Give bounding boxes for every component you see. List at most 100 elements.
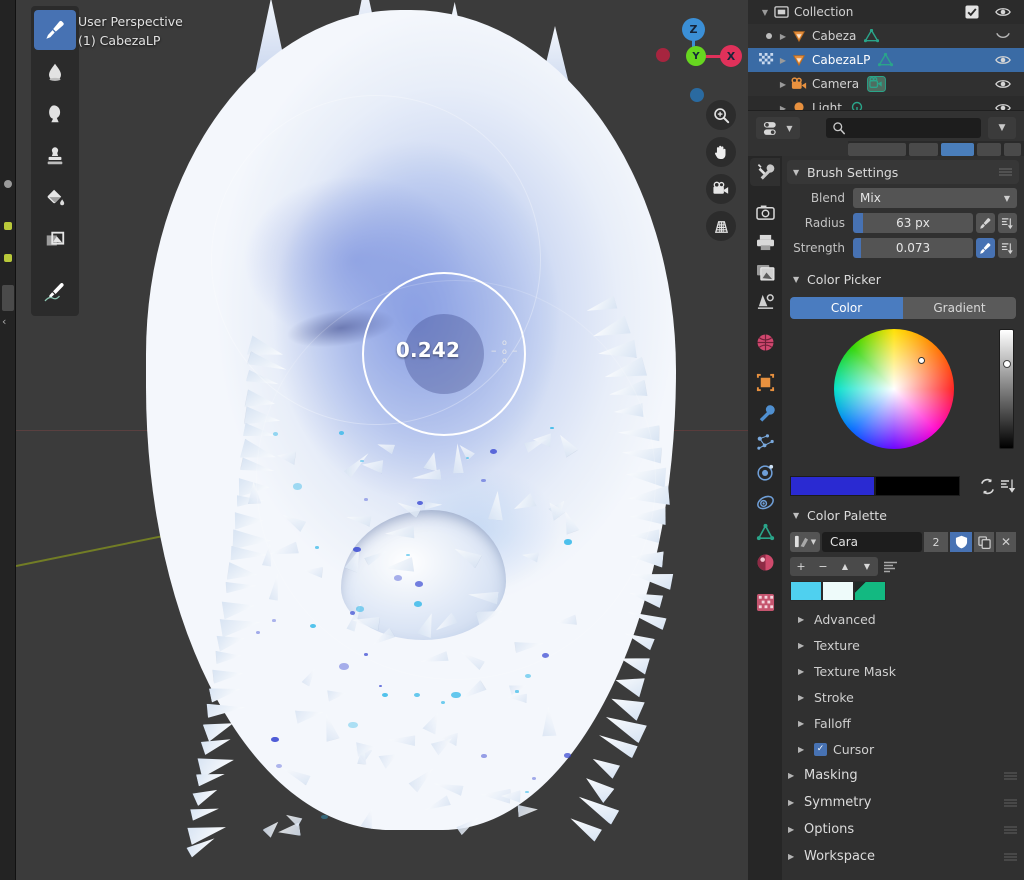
color-mode-tabs[interactable]: Color Gradient: [790, 297, 1016, 319]
modifier-tab[interactable]: [750, 398, 780, 426]
display-mode-button[interactable]: ▼: [756, 117, 800, 139]
palette-swatch[interactable]: [822, 581, 854, 601]
panel-options[interactable]: ▶ Options: [782, 816, 1024, 843]
palette-user-count[interactable]: 2: [924, 532, 948, 552]
outliner[interactable]: ▼ Collection ▶ Cabeza ▶ CabezaLP ▶ Camera ▶ Light: [748, 0, 1024, 110]
gizmo-axis-neg-x[interactable]: [656, 48, 670, 62]
toggle-ortho-button[interactable]: [706, 211, 736, 241]
color-wheel[interactable]: [834, 329, 954, 449]
strength-row[interactable]: Strength 0.073: [789, 237, 1017, 259]
outliner-row[interactable]: ▶ Cabeza: [748, 24, 1024, 48]
eye-closed-icon[interactable]: [988, 31, 1018, 41]
zoom-button[interactable]: [706, 100, 736, 130]
3d-viewport[interactable]: 0.242 – ooo – User Perspective (1) Cabez…: [16, 0, 748, 880]
sort-icon[interactable]: [884, 561, 900, 573]
camera-data-icon[interactable]: [867, 76, 886, 92]
particles-tab[interactable]: [750, 428, 780, 456]
sculpt-mesh-cabezalp[interactable]: [106, 0, 706, 880]
strength-pressure-toggle[interactable]: [976, 238, 995, 258]
scene-tab[interactable]: [750, 288, 780, 316]
world-tab[interactable]: [750, 328, 780, 356]
blend-dropdown[interactable]: Mix ▼: [853, 188, 1017, 208]
remove-color-button[interactable]: −: [812, 557, 834, 576]
blur-tool[interactable]: [34, 52, 76, 92]
tab-gradient[interactable]: Gradient: [903, 297, 1016, 319]
color-palette-panel-header[interactable]: ▼ Color Palette: [787, 503, 1019, 527]
primary-secondary-colors[interactable]: [790, 475, 1016, 497]
pan-button[interactable]: [706, 137, 736, 167]
radius-unified-toggle[interactable]: [998, 213, 1017, 233]
chevron-right-icon[interactable]: ▶: [798, 719, 814, 728]
palette-swatch[interactable]: [854, 581, 886, 601]
strength-slider[interactable]: 0.073: [853, 238, 973, 258]
secondary-color-swatch[interactable]: [875, 476, 960, 496]
constraints-tab[interactable]: [750, 488, 780, 516]
data-tab[interactable]: [750, 518, 780, 546]
smear-tool[interactable]: [34, 94, 76, 134]
material-tab[interactable]: [750, 548, 780, 576]
palette-color-buttons[interactable]: + − ▲ ▼: [790, 557, 1016, 576]
fill-tool[interactable]: [34, 178, 76, 218]
color-wheel-cursor[interactable]: [918, 357, 925, 364]
restrict-dot-icon[interactable]: [766, 33, 772, 39]
draw-brush-tool[interactable]: [34, 10, 76, 50]
search-input[interactable]: [826, 118, 981, 138]
chevron-right-icon[interactable]: ▶: [788, 798, 804, 807]
color-picker-panel-header[interactable]: ▼ Color Picker: [787, 267, 1019, 291]
collection-checkbox[interactable]: [965, 5, 979, 19]
gizmo-axis-x[interactable]: X: [720, 45, 742, 67]
navigation-gizmo[interactable]: Z X Y: [656, 8, 730, 82]
outliner-row[interactable]: ▼ Collection: [748, 0, 1024, 24]
outliner-row[interactable]: ▶ CabezaLP: [748, 48, 1024, 72]
restrict-select-icon[interactable]: [759, 53, 776, 68]
color-wheel-area[interactable]: [790, 323, 1016, 473]
value-slider[interactable]: [999, 329, 1014, 449]
chevron-right-icon[interactable]: ▶: [788, 771, 804, 780]
gizmo-axis-z[interactable]: Z: [682, 18, 705, 41]
object-tab[interactable]: [750, 368, 780, 396]
mesh-data-icon[interactable]: [864, 29, 879, 43]
physics-tab[interactable]: [750, 458, 780, 486]
chevron-right-icon[interactable]: ▶: [798, 745, 814, 754]
subpanel-checkbox[interactable]: ✓: [814, 743, 827, 756]
search-field[interactable]: [851, 122, 971, 134]
chevron-right-icon[interactable]: ▶: [776, 32, 790, 41]
output-tab[interactable]: [750, 228, 780, 256]
palette-swatch-list[interactable]: [790, 581, 1016, 601]
chevron-right-icon[interactable]: ▶: [788, 825, 804, 834]
mask-tool[interactable]: [34, 220, 76, 260]
gizmo-axis-neg-z[interactable]: [690, 88, 704, 102]
pressure-icon[interactable]: [1000, 478, 1016, 495]
chevron-right-icon[interactable]: ▶: [776, 56, 790, 65]
properties-tab-column[interactable]: [748, 156, 782, 880]
move-color-down-button[interactable]: ▼: [856, 557, 878, 576]
radius-pressure-toggle[interactable]: [976, 213, 995, 233]
expand-header-button[interactable]: ▼: [988, 117, 1016, 139]
tool-tab[interactable]: [750, 158, 780, 186]
chevron-right-icon[interactable]: ▶: [798, 693, 814, 702]
primary-color-swatch[interactable]: [790, 476, 875, 496]
outliner-row[interactable]: ▶ Camera: [748, 72, 1024, 96]
chevron-right-icon[interactable]: ▶: [788, 852, 804, 861]
sliver-arrow-icon[interactable]: ‹: [2, 317, 12, 327]
panel-symmetry[interactable]: ▶ Symmetry: [782, 789, 1024, 816]
color-action-icons[interactable]: [979, 478, 1016, 495]
value-slider-cursor[interactable]: [1003, 360, 1011, 368]
render-tab[interactable]: [750, 198, 780, 226]
subpanel-texture-mask[interactable]: ▶ Texture Mask: [798, 658, 1024, 684]
unlink-palette-button[interactable]: ✕: [996, 532, 1016, 552]
subpanel-cursor[interactable]: ▶ ✓ Cursor: [798, 736, 1024, 762]
tool-top-panels[interactable]: ▶ Masking ▶ Symmetry ▶ Options ▶ Workspa…: [782, 762, 1024, 870]
camera-view-button[interactable]: [706, 174, 736, 204]
palette-datablock-row[interactable]: ▼ Cara 2 ✕: [790, 531, 1016, 553]
annotate-tool[interactable]: [34, 272, 76, 312]
chevron-down-icon[interactable]: ▼: [758, 8, 772, 17]
palette-name-field[interactable]: Cara: [822, 532, 922, 552]
chevron-right-icon[interactable]: ▶: [798, 615, 814, 624]
outliner-header[interactable]: ▼ ▼: [748, 110, 1024, 156]
chevron-right-icon[interactable]: ▶: [798, 641, 814, 650]
mesh-data-icon[interactable]: [878, 53, 893, 67]
clone-tool[interactable]: [34, 136, 76, 176]
blend-row[interactable]: Blend Mix ▼: [789, 187, 1017, 209]
texture-tab[interactable]: [750, 588, 780, 616]
